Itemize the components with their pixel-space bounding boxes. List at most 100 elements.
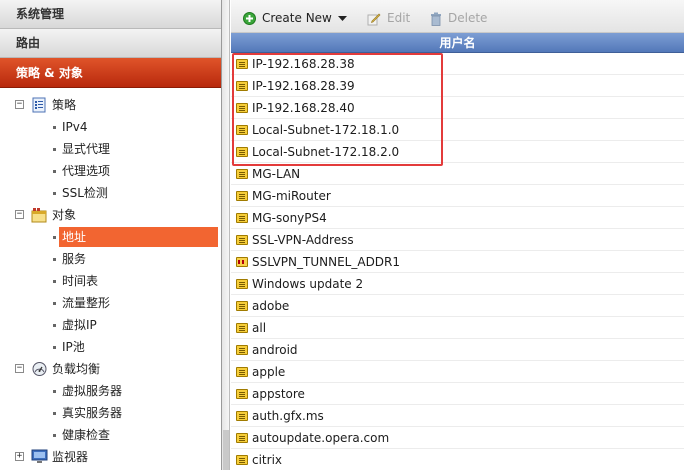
- tree-item-virtual-ip[interactable]: 虚拟IP: [0, 314, 221, 336]
- fqdn-icon: [236, 411, 248, 421]
- address-icon: [236, 235, 248, 245]
- scrollbar-thumb[interactable]: [223, 430, 229, 470]
- table-row[interactable]: android: [231, 339, 684, 361]
- address-name: Local-Subnet-172.18.1.0: [252, 123, 400, 137]
- tree-item-label: 健康检查: [62, 428, 111, 442]
- table-row[interactable]: apple: [231, 361, 684, 383]
- address-name: all: [252, 321, 267, 335]
- table-row[interactable]: auth.gfx.ms: [231, 405, 684, 427]
- tree-group-objects[interactable]: − 对象: [0, 204, 221, 226]
- table-row[interactable]: MG-LAN: [231, 163, 684, 185]
- table-row[interactable]: all: [231, 317, 684, 339]
- address-name: Windows update 2: [252, 277, 364, 291]
- delete-label: Delete: [448, 11, 488, 25]
- tree-item-ip-pool[interactable]: IP池: [0, 336, 221, 358]
- tree-item-label: 流量整形: [62, 296, 111, 310]
- create-new-button[interactable]: Create New: [243, 10, 347, 26]
- address-name: SSLVPN_TUNNEL_ADDR1: [252, 255, 401, 269]
- bullet-icon: [53, 434, 56, 437]
- sidebar-scrollbar[interactable]: [222, 0, 230, 470]
- edit-button[interactable]: Edit: [367, 10, 410, 26]
- tree-item-schedules[interactable]: 时间表: [0, 270, 221, 292]
- address-name: apple: [252, 365, 286, 379]
- tree-item-services[interactable]: 服务: [0, 248, 221, 270]
- collapse-icon[interactable]: −: [15, 364, 24, 373]
- tree-group-label: 监视器: [52, 450, 89, 464]
- bullet-icon: [53, 280, 56, 283]
- expand-icon[interactable]: +: [15, 452, 24, 461]
- section-system-management[interactable]: 系统管理: [0, 0, 221, 29]
- bullet-icon: [53, 258, 56, 261]
- address-icon: [236, 169, 248, 179]
- objects-icon: [31, 208, 47, 223]
- tree-group-label: 策略: [52, 98, 77, 112]
- address-name: IP-192.168.28.40: [252, 101, 355, 115]
- address-icon: [236, 81, 248, 91]
- fqdn-icon: [236, 301, 248, 311]
- column-header-name[interactable]: 用户名: [231, 33, 684, 53]
- tree-item-ssl-inspection[interactable]: SSL检测: [0, 182, 221, 204]
- fqdn-icon: [236, 345, 248, 355]
- tree-item-label: SSL检测: [62, 186, 108, 200]
- table-row[interactable]: MG-sonyPS4: [231, 207, 684, 229]
- table-row[interactable]: autoupdate.opera.com: [231, 427, 684, 449]
- fqdn-icon: [236, 455, 248, 465]
- tree-group-monitor[interactable]: + 监视器: [0, 446, 221, 468]
- address-name: auth.gfx.ms: [252, 409, 324, 423]
- bullet-icon: [53, 324, 56, 327]
- tree-group-load-balance[interactable]: − 负载均衡: [0, 358, 221, 380]
- tree-item-explicit-proxy[interactable]: 显式代理: [0, 138, 221, 160]
- table-row[interactable]: Windows update 2: [231, 273, 684, 295]
- table-row[interactable]: Local-Subnet-172.18.1.0: [231, 119, 684, 141]
- trash-icon: [431, 12, 441, 26]
- address-name: citrix: [252, 453, 283, 467]
- toolbar: Create New Edit Delete: [231, 0, 684, 33]
- address-name: adobe: [252, 299, 290, 313]
- tree-item-real-server[interactable]: 真实服务器: [0, 402, 221, 424]
- collapse-icon[interactable]: −: [15, 210, 24, 219]
- address-name: IP-192.168.28.39: [252, 79, 355, 93]
- address-name: MG-sonyPS4: [252, 211, 327, 225]
- table-row[interactable]: IP-192.168.28.38: [231, 53, 684, 75]
- fqdn-icon: [236, 389, 248, 399]
- table-row[interactable]: IP-192.168.28.39: [231, 75, 684, 97]
- dropdown-arrow-icon: [337, 15, 347, 21]
- tree-item-virtual-server[interactable]: 虚拟服务器: [0, 380, 221, 402]
- tree-item-health-check[interactable]: 健康检查: [0, 424, 221, 446]
- address-table: 用户名 IP-192.168.28.38 IP-192.168.28.39 IP-1…: [231, 33, 684, 470]
- collapse-icon[interactable]: −: [15, 100, 24, 109]
- address-name: MG-miRouter: [252, 189, 331, 203]
- tree-item-label: 代理选项: [62, 164, 111, 178]
- table-row[interactable]: MG-miRouter: [231, 185, 684, 207]
- tree-item-proxy-options[interactable]: 代理选项: [0, 160, 221, 182]
- table-row[interactable]: appstore: [231, 383, 684, 405]
- table-row[interactable]: citrix: [231, 449, 684, 470]
- section-router[interactable]: 路由: [0, 29, 221, 58]
- edit-label: Edit: [387, 11, 411, 25]
- tree-item-traffic-shaping[interactable]: 流量整形: [0, 292, 221, 314]
- address-icon: [236, 103, 248, 113]
- section-policy-objects[interactable]: 策略 & 对象: [0, 58, 221, 88]
- tree-group-policy[interactable]: − 策略: [0, 94, 221, 116]
- tree-group-label: 对象: [52, 208, 77, 222]
- tree-item-address[interactable]: 地址: [0, 226, 221, 248]
- create-new-label: Create New: [262, 11, 332, 25]
- table-row[interactable]: IP-192.168.28.40: [231, 97, 684, 119]
- bullet-icon: [53, 170, 56, 173]
- table-row[interactable]: Local-Subnet-172.18.2.0: [231, 141, 684, 163]
- delete-button[interactable]: Delete: [430, 10, 487, 26]
- address-icon: [236, 147, 248, 157]
- bullet-icon: [53, 192, 56, 195]
- tree-item-label: 虚拟IP: [62, 318, 97, 332]
- table-row[interactable]: SSL-VPN-Address: [231, 229, 684, 251]
- add-icon: [243, 12, 256, 25]
- fqdn-icon: [236, 323, 248, 333]
- address-icon: [236, 125, 248, 135]
- table-row[interactable]: SSLVPN_TUNNEL_ADDR1: [231, 251, 684, 273]
- bullet-icon: [53, 346, 56, 349]
- navigation-sidebar: 系统管理 路由 策略 & 对象 − 策略 IPv4 显式代理 代理选项 SSL检…: [0, 0, 222, 470]
- bullet-icon: [53, 412, 56, 415]
- table-row[interactable]: adobe: [231, 295, 684, 317]
- tree-item-ipv4[interactable]: IPv4: [0, 116, 221, 138]
- tree-item-label: 服务: [62, 252, 87, 266]
